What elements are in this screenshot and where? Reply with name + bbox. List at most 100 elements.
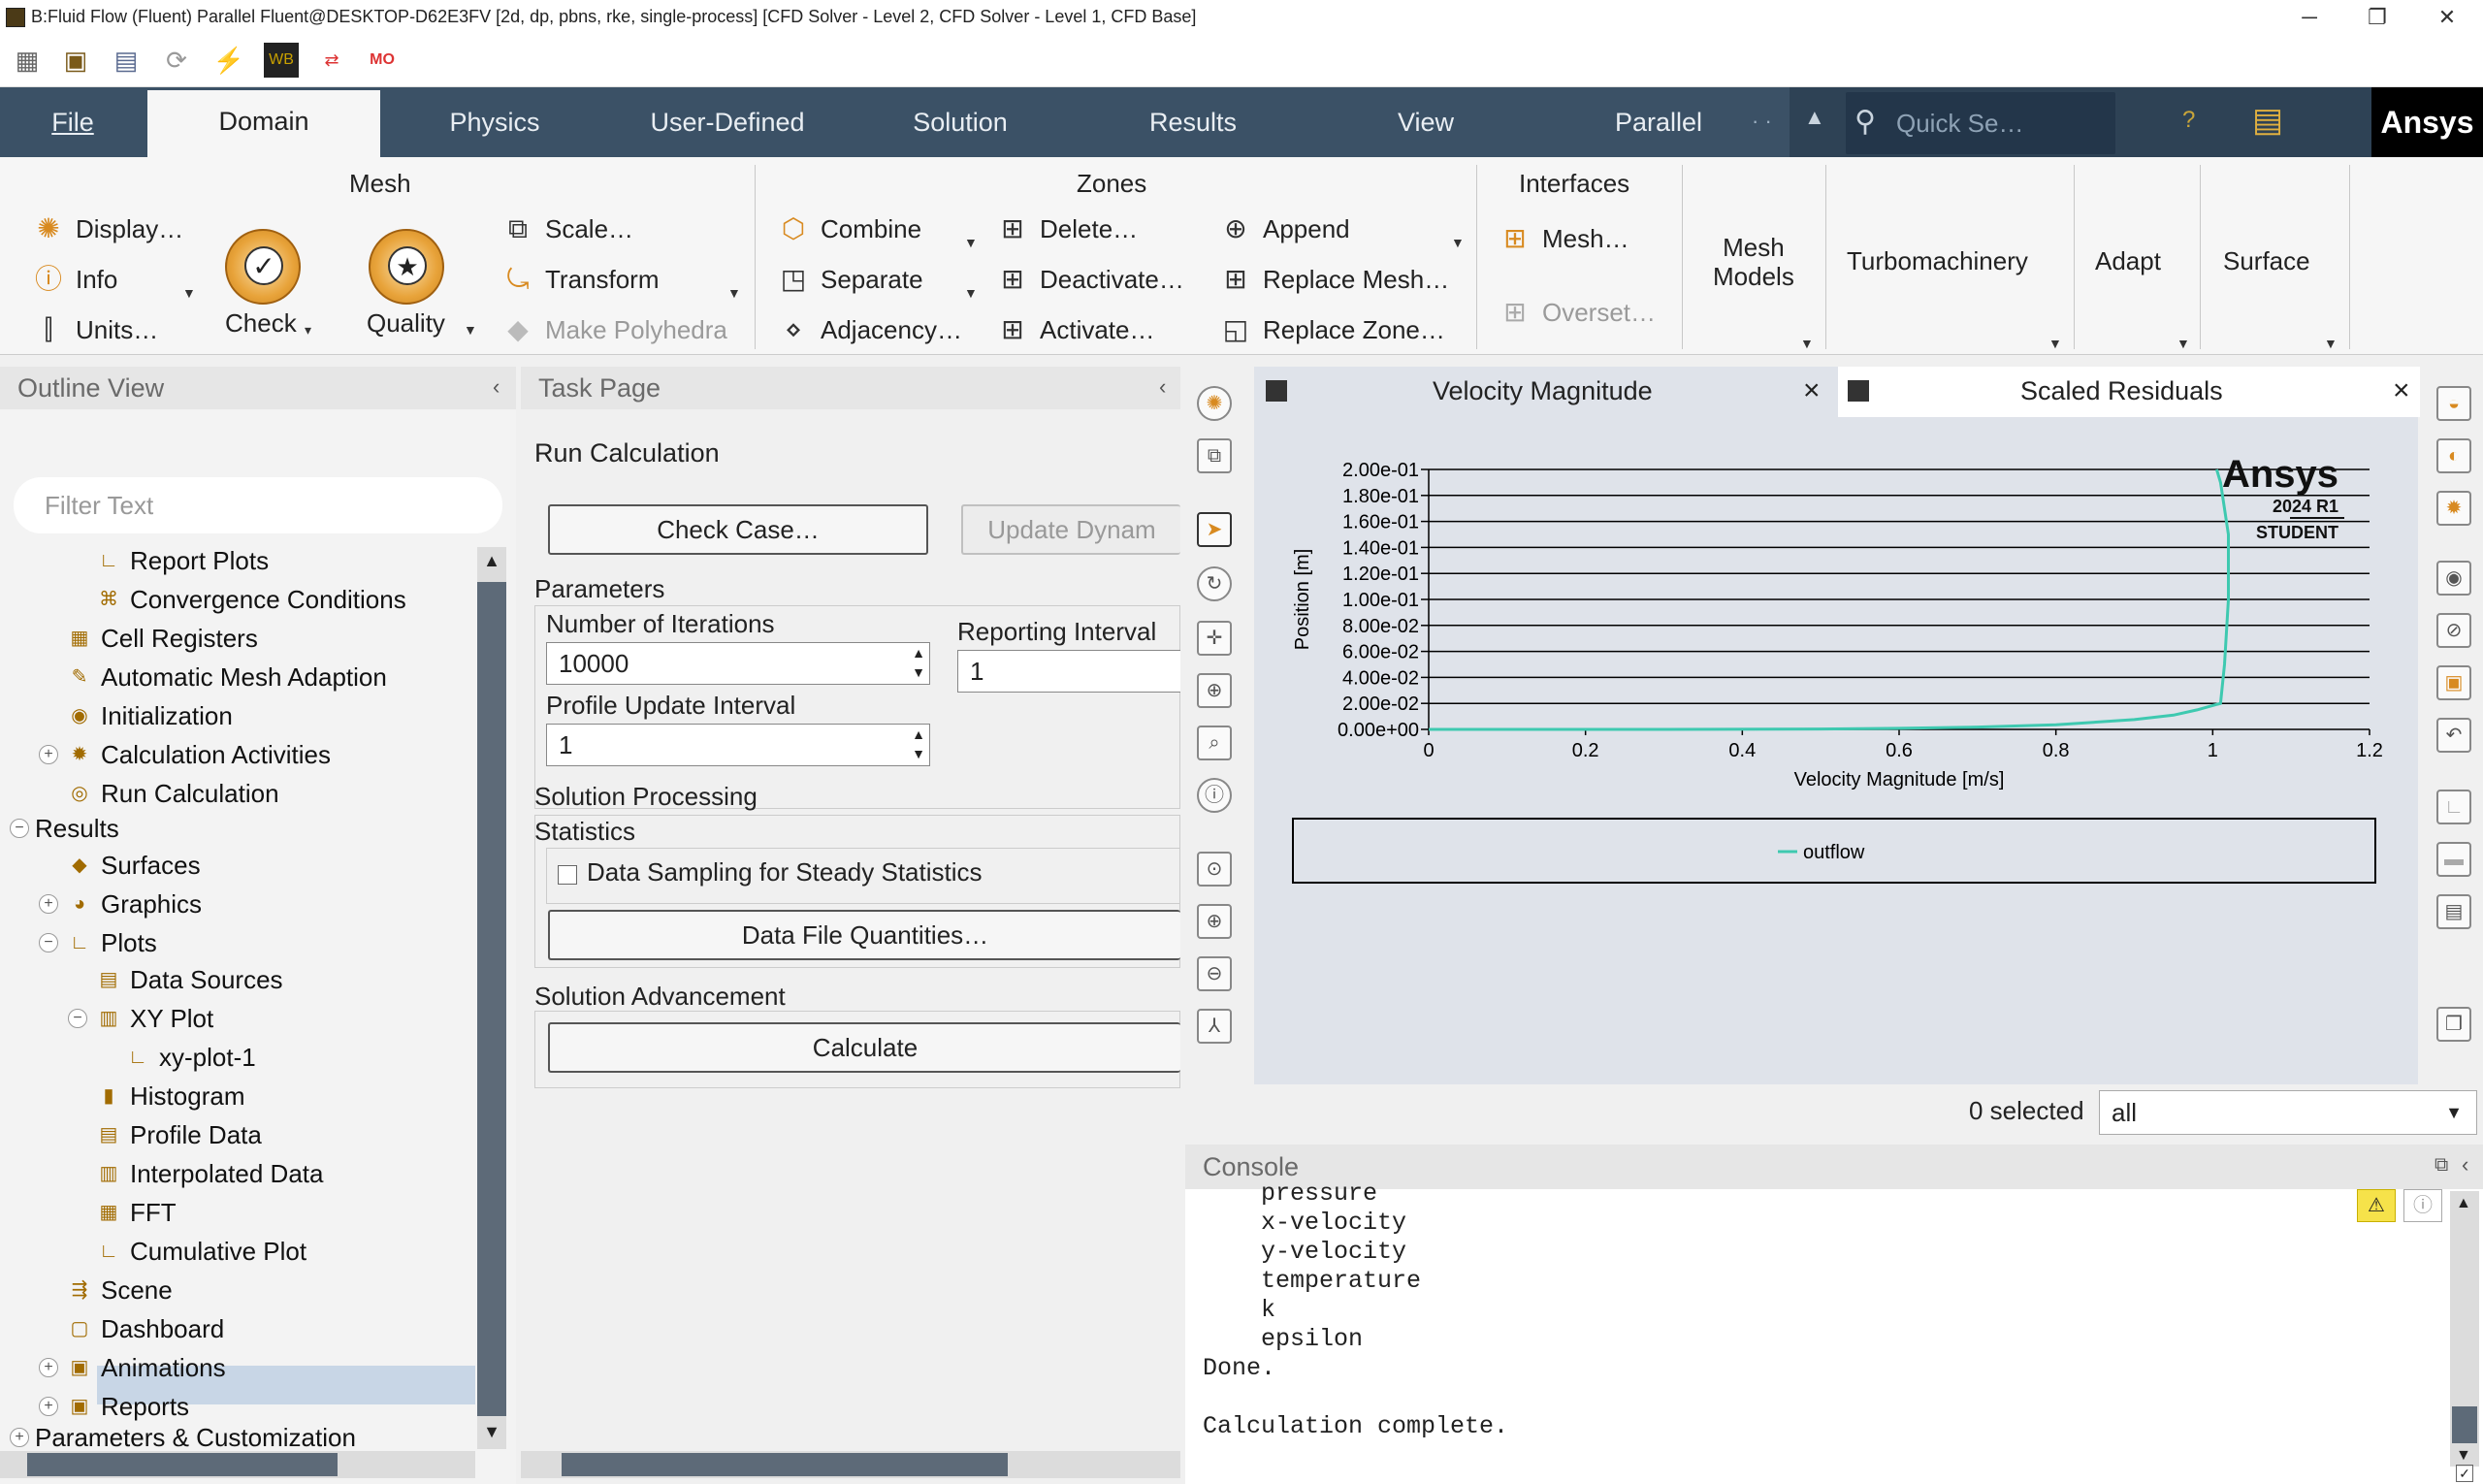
console-scroll-thumb[interactable] [2452, 1406, 2477, 1443]
view-top-icon[interactable]: ◒ [2436, 386, 2471, 421]
tree-item-convergence-conditions[interactable]: ⌘ Convergence Conditions [97, 580, 406, 619]
append-dropdown-icon[interactable]: ▼ [1451, 235, 1465, 250]
probe-info-icon[interactable]: ⓘ [1197, 778, 1232, 813]
transform-dropdown-icon[interactable]: ▼ [727, 285, 741, 301]
calculate-button[interactable]: Calculate [548, 1022, 1180, 1073]
tab-domain[interactable]: Domain [147, 90, 380, 157]
make-polyhedra-button[interactable]: ◆ Make Polyhedra [500, 312, 727, 347]
tree-item-xy-plot-1[interactable]: ∟ xy-plot-1 [126, 1038, 256, 1077]
data-sampling-checkbox[interactable] [558, 865, 577, 885]
help-icon[interactable]: ? [2182, 107, 2195, 134]
tree-item-plots[interactable]: ∟ Plots [68, 923, 157, 962]
tree-item-cumulative-plot[interactable]: ∟ Cumulative Plot [97, 1232, 306, 1271]
check-dropdown-icon[interactable]: ▾ [305, 322, 311, 339]
pan-icon[interactable]: ✛ [1197, 621, 1232, 656]
interface-mesh-button[interactable]: ⊞ Mesh… [1498, 221, 1628, 256]
copy-window-icon[interactable]: ❐ [2436, 1007, 2471, 1042]
hide-icon[interactable]: ⊘ [2436, 613, 2471, 648]
adapt-button[interactable]: Adapt [2095, 246, 2161, 276]
close-residuals-tab-icon[interactable]: × [2393, 367, 2410, 417]
info-filter-icon[interactable]: ⓘ [2403, 1189, 2442, 1222]
tab-physics[interactable]: Physics [407, 87, 582, 157]
colormap-icon[interactable]: ▬ [2436, 842, 2471, 877]
tree-item-initialization[interactable]: ◉ Initialization [68, 696, 233, 735]
scroll-up-icon[interactable]: ▲ [2456, 1195, 2471, 1212]
units-button[interactable]: ⫿ Units… [31, 312, 159, 347]
minimize-button[interactable]: ─ [2275, 2, 2343, 33]
replace-zone-button[interactable]: ◱ Replace Zone… [1218, 312, 1445, 347]
tab-solution[interactable]: Solution [873, 87, 1048, 157]
ribbon-options-icon[interactable]: ▤ [2252, 101, 2283, 140]
tree-item-fft[interactable]: ▦ FFT [97, 1193, 177, 1232]
spinner-arrows-icon[interactable]: ▲ ▼ [912, 725, 925, 763]
replace-mesh-button[interactable]: ⊞ Replace Mesh… [1218, 262, 1449, 297]
sync-icon[interactable]: ⟳ [159, 43, 194, 78]
view-front-icon[interactable]: ✹ [2436, 491, 2471, 526]
chart-icon[interactable]: ∟ [2436, 790, 2471, 824]
read-data-icon[interactable]: ▣ [58, 43, 93, 78]
console-vscrollbar[interactable]: ▲ ▼ [2450, 1191, 2479, 1467]
filter-input[interactable]: Filter Text [14, 477, 502, 533]
close-velocity-tab-icon[interactable]: × [1803, 367, 1821, 417]
more-tabs-icon[interactable]: · · [1752, 109, 1772, 134]
scale-button[interactable]: ⧉ Scale… [500, 211, 633, 246]
collapse-task-icon[interactable]: ‹ [1159, 374, 1166, 400]
expander-icon[interactable]: + [39, 894, 58, 914]
zoom-box-icon[interactable]: ⌕ [1197, 726, 1232, 760]
pointer-icon[interactable]: ➤ [1197, 512, 1232, 547]
combine-dropdown-icon[interactable]: ▼ [964, 235, 978, 250]
quality-button[interactable]: Quality [367, 308, 445, 339]
check-case-button[interactable]: Check Case… [548, 504, 928, 555]
spinner-arrows-icon[interactable]: ▲ ▼ [912, 643, 925, 682]
undock-icon[interactable]: ⧉ [2435, 1154, 2448, 1177]
tree-item-report-plots[interactable]: ∟ Report Plots [97, 541, 269, 580]
zoom-in-icon[interactable]: ⊕ [1197, 904, 1232, 939]
outline-vscrollbar[interactable]: ▲ ▼ [477, 547, 506, 1449]
iterations-input[interactable]: 10000 ▲ ▼ [546, 642, 930, 685]
tree-item-cell-registers[interactable]: ▦ Cell Registers [68, 619, 258, 658]
axes-icon[interactable]: ⅄ [1197, 1009, 1232, 1044]
annotate-icon[interactable]: ▤ [2436, 894, 2471, 929]
tree-item-automatic-mesh-adaption[interactable]: ✎ Automatic Mesh Adaption [68, 658, 387, 696]
workbench-icon[interactable]: WB [264, 43, 299, 78]
copy-view-icon[interactable]: ⧉ [1197, 438, 1232, 473]
parameters-icon[interactable]: ⇄ [314, 43, 349, 78]
zoom-out-icon[interactable]: ⊖ [1197, 956, 1232, 991]
tree-item-profile-data[interactable]: ▤ Profile Data [97, 1115, 262, 1154]
view-iso-icon[interactable]: ◐ [2436, 438, 2471, 473]
reporting-interval-input[interactable]: 1 [957, 650, 1180, 693]
xy-plot-chart[interactable]: 0.00e+00 2.00e-02 4.00e-02 6.00e-02 8.00e-02… [1254, 417, 2418, 1084]
tab-file[interactable]: File [29, 87, 116, 157]
quick-search-input[interactable]: Quick Se… [1846, 92, 2115, 154]
adapt-dropdown-icon[interactable]: ▼ [2177, 336, 2190, 351]
write-icon[interactable]: ▤ [109, 43, 144, 78]
visibility-icon[interactable]: ◉ [2436, 561, 2471, 596]
scroll-down-icon[interactable]: ▼ [2456, 1447, 2471, 1465]
tab-user-defined[interactable]: User-Defined [621, 87, 834, 157]
display-mesh-icon[interactable]: ✺ [1197, 386, 1232, 421]
fit-to-window-icon[interactable]: ⊙ [1197, 852, 1232, 887]
zoom-in-out-icon[interactable]: ⊕ [1197, 673, 1232, 708]
expander-icon[interactable]: + [39, 745, 58, 764]
overset-button[interactable]: ⊞ Overset… [1498, 295, 1656, 330]
tree-item-results[interactable]: Results [35, 809, 119, 848]
read-case-icon[interactable]: ▦ [10, 43, 45, 78]
residuals-tab[interactable]: Scaled Residuals × [1838, 367, 2420, 417]
tree-item-interpolated-data[interactable]: ▥ Interpolated Data [97, 1154, 324, 1193]
tree-item-surfaces[interactable]: ◆ Surfaces [68, 846, 200, 885]
outline-hscrollbar[interactable] [0, 1451, 475, 1478]
rotate-icon[interactable]: ↻ [1197, 566, 1232, 601]
expander-icon[interactable]: + [10, 1428, 29, 1447]
expander-icon[interactable]: + [39, 1358, 58, 1377]
display-button[interactable]: ✺ Display… [31, 211, 183, 246]
scroll-down-icon[interactable]: ▼ [483, 1422, 500, 1442]
mesh-models-dropdown-icon[interactable]: ▼ [1800, 336, 1814, 351]
adjacency-button[interactable]: ⋄ Adjacency… [776, 312, 962, 347]
activate-button[interactable]: ⊞ Activate… [995, 312, 1154, 347]
expander-icon[interactable]: − [68, 1009, 87, 1028]
info-button[interactable]: ⓘ Info [31, 262, 117, 297]
tree-item-data-sources[interactable]: ▤ Data Sources [97, 960, 283, 999]
selection-filter-dropdown[interactable]: all ▼ [2099, 1090, 2477, 1135]
undo-view-icon[interactable]: ↶ [2436, 718, 2471, 753]
task-hscroll-thumb[interactable] [562, 1453, 1008, 1476]
